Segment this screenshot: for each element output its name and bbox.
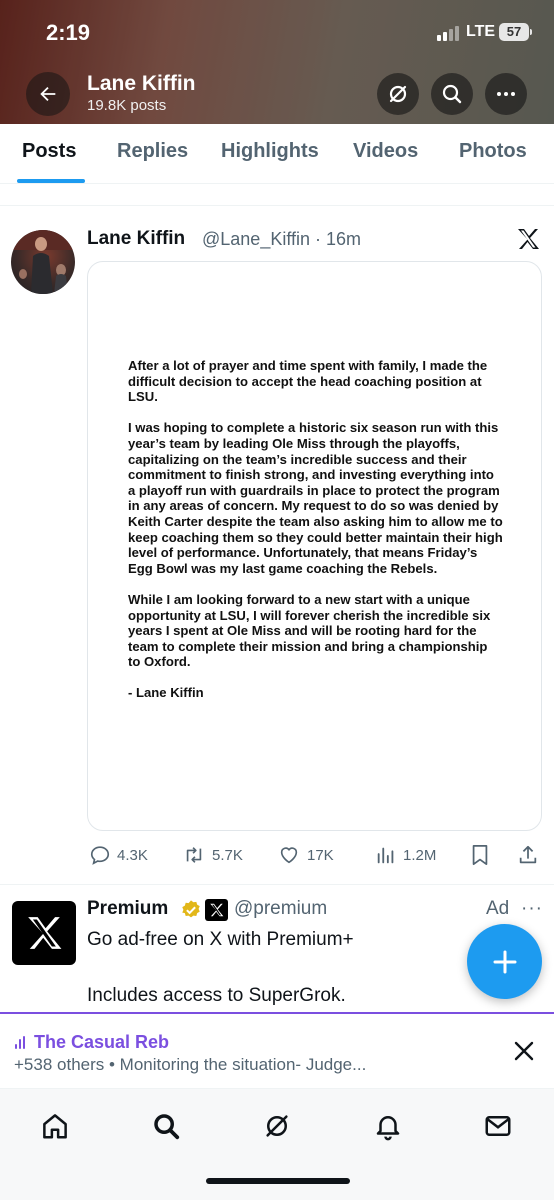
more-icon xyxy=(497,92,515,96)
tab-highlights[interactable]: Highlights xyxy=(221,140,319,163)
status-time: 2:19 xyxy=(46,20,91,45)
nav-search[interactable] xyxy=(149,1109,183,1143)
tab-posts[interactable]: Posts xyxy=(22,140,76,163)
grok-icon xyxy=(389,85,407,103)
ad-account-name[interactable]: Premium xyxy=(87,898,168,920)
repost-icon xyxy=(186,847,202,863)
ad-text-line-2: Includes access to SuperGrok. xyxy=(87,985,346,1006)
home-icon xyxy=(43,1114,67,1139)
battery-icon: 57 xyxy=(499,23,532,41)
active-tab-indicator xyxy=(17,179,85,183)
tab-replies[interactable]: Replies xyxy=(117,140,188,163)
tweet-actions: 4.3K 5.7K 17K 1.2M xyxy=(0,840,554,870)
profile-post-count: 19.8K posts xyxy=(87,97,167,114)
divider xyxy=(0,205,554,206)
repost-count: 5.7K xyxy=(212,846,243,864)
views-count: 1.2M xyxy=(403,846,437,864)
search-button[interactable] xyxy=(431,73,473,115)
network-label: LTE xyxy=(466,23,496,40)
like-button[interactable]: 17K xyxy=(277,844,334,866)
nav-grok[interactable] xyxy=(260,1109,294,1143)
tab-photos[interactable]: Photos xyxy=(459,140,527,163)
space-subtitle: +538 others • Monitoring the situation- … xyxy=(14,1055,367,1074)
tweet-author-name[interactable]: Lane Kiffin xyxy=(87,228,185,250)
profile-header: 2:19 LTE 57 Lane Kiffin 19.8K posts xyxy=(0,0,554,124)
share-button[interactable] xyxy=(517,844,539,866)
nav-home[interactable] xyxy=(38,1109,72,1143)
statement-signature: - Lane Kiffin xyxy=(128,685,204,701)
home-indicator xyxy=(206,1178,350,1184)
grok-icon xyxy=(266,1115,288,1137)
bookmark-icon xyxy=(472,844,488,866)
mail-icon xyxy=(485,1116,511,1136)
avatar[interactable] xyxy=(11,230,75,294)
premium-avatar[interactable] xyxy=(12,901,76,965)
statement-paragraph-3: While I am looking forward to a new star… xyxy=(128,591,491,670)
share-icon xyxy=(519,845,537,864)
statement-paragraph-1: After a lot of prayer and time spent wit… xyxy=(128,358,488,405)
signal-icon xyxy=(437,26,459,41)
nav-messages[interactable] xyxy=(481,1109,515,1143)
x-logo-icon xyxy=(28,917,62,949)
repost-button[interactable]: 5.7K xyxy=(182,844,243,866)
reply-count: 4.3K xyxy=(117,846,148,864)
x-affiliate-icon xyxy=(205,899,228,921)
statement-text: After a lot of prayer and time spent wit… xyxy=(128,358,503,717)
views-button[interactable]: 1.2M xyxy=(375,844,436,866)
back-arrow-icon xyxy=(40,86,56,102)
tweet-handle-time[interactable]: @Lane_Kiffin · 16m xyxy=(202,229,361,250)
statement-paragraph-2: I was hoping to complete a historic six … xyxy=(128,420,503,576)
x-logo-icon xyxy=(518,229,539,249)
ad-more-button[interactable]: ··· xyxy=(521,898,543,920)
grok-button[interactable] xyxy=(377,73,419,115)
close-icon[interactable] xyxy=(512,1039,536,1063)
audio-bars-icon xyxy=(15,1035,25,1049)
nav-notifications[interactable] xyxy=(371,1109,405,1143)
space-title-text: The Casual Reb xyxy=(34,1032,170,1052)
profile-tabs: Posts Replies Highlights Videos Photos xyxy=(0,124,554,184)
tweet-media-card[interactable]: After a lot of prayer and time spent wit… xyxy=(87,261,542,831)
profile-name: Lane Kiffin xyxy=(87,72,196,95)
back-button[interactable] xyxy=(26,72,70,116)
views-icon xyxy=(377,847,394,864)
compose-button[interactable] xyxy=(467,924,542,999)
verified-badge-icon xyxy=(182,900,200,918)
reply-button[interactable]: 4.3K xyxy=(89,844,148,866)
space-title[interactable]: The Casual Reb xyxy=(14,1032,169,1053)
more-button[interactable] xyxy=(485,73,527,115)
search-icon xyxy=(154,1114,180,1140)
heart-icon xyxy=(280,847,298,864)
bell-icon xyxy=(376,1116,400,1141)
divider xyxy=(0,884,554,885)
ad-text-line-1: Go ad-free on X with Premium+ xyxy=(87,929,354,950)
plus-icon xyxy=(493,950,516,973)
tab-videos[interactable]: Videos xyxy=(353,140,418,163)
like-count: 17K xyxy=(307,846,334,864)
search-icon xyxy=(442,84,462,104)
live-space-bar[interactable]: The Casual Reb +538 others • Monitoring … xyxy=(0,1012,554,1084)
ad-label: Ad xyxy=(486,898,510,919)
reply-icon xyxy=(90,846,110,865)
status-bar: 2:19 LTE 57 xyxy=(0,0,554,64)
bookmark-button[interactable] xyxy=(470,844,490,866)
ad-handle[interactable]: @premium xyxy=(234,898,327,920)
